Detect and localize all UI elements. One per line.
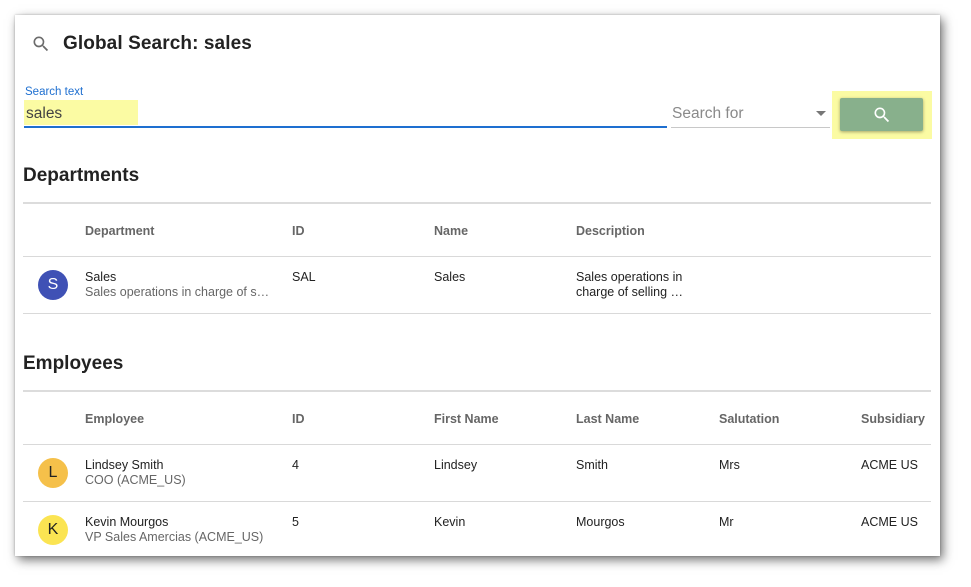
department-id: SAL [292, 270, 316, 284]
department-name-cell: Sales [434, 270, 466, 284]
avatar: K [38, 515, 68, 545]
employee-name: Lindsey Smith [85, 458, 164, 472]
divider [23, 444, 931, 445]
employee-salutation: Mr [719, 515, 734, 529]
divider [23, 390, 931, 392]
search-input[interactable] [26, 102, 626, 126]
employee-last-name: Smith [576, 458, 608, 472]
column-header-salutation: Salutation [719, 412, 780, 426]
column-header-department: Department [85, 224, 155, 238]
employee-subsidiary: ACME US [861, 515, 918, 529]
column-header-description: Description [576, 224, 645, 238]
divider [23, 256, 931, 257]
search-input-underline [24, 126, 667, 128]
divider [23, 501, 931, 502]
search-icon [31, 33, 53, 55]
departments-heading: Departments [23, 165, 140, 186]
employee-subtitle: COO (ACME_US) [85, 473, 186, 487]
employee-id: 5 [292, 515, 299, 529]
employees-heading: Employees [23, 353, 124, 374]
divider [23, 313, 931, 314]
department-name: Sales [85, 270, 117, 284]
employee-subtitle: VP Sales Amercias (ACME_US) [85, 530, 264, 544]
column-header-employee: Employee [85, 412, 145, 426]
department-description-line2: charge of selling … [576, 285, 684, 299]
avatar: S [38, 270, 68, 300]
column-header-name: Name [434, 224, 469, 238]
search-button[interactable] [840, 98, 923, 131]
employee-first-name: Kevin [434, 515, 466, 529]
department-description-line1: Sales operations in [576, 270, 683, 284]
column-header-first-name: First Name [434, 412, 499, 426]
search-text-label: Search text [25, 86, 84, 98]
avatar: L [38, 458, 68, 488]
search-text-field[interactable]: Search text [24, 85, 667, 129]
column-header-subsidiary: Subsidiary [861, 412, 925, 426]
global-search-panel: Global Search: sales Search text Search … [15, 15, 940, 556]
employee-subsidiary: ACME US [861, 458, 918, 472]
title-row: Global Search: sales [31, 31, 252, 57]
column-header-last-name: Last Name [576, 412, 640, 426]
divider [23, 202, 931, 204]
employee-salutation: Mrs [719, 458, 740, 472]
search-for-placeholder: Search for [672, 105, 744, 122]
department-subtitle: Sales operations in charge of s… [85, 285, 270, 299]
search-for-underline [671, 127, 830, 128]
page-title: Global Search: sales [63, 33, 252, 54]
employee-id: 4 [292, 458, 299, 472]
search-for-select[interactable]: Search for [671, 99, 830, 129]
column-header-id: ID [292, 412, 305, 426]
employee-first-name: Lindsey [434, 458, 478, 472]
caret-down-icon[interactable] [816, 111, 826, 116]
column-header-id: ID [292, 224, 305, 238]
employee-name: Kevin Mourgos [85, 515, 169, 529]
employee-last-name: Mourgos [576, 515, 625, 529]
search-icon [872, 105, 892, 125]
